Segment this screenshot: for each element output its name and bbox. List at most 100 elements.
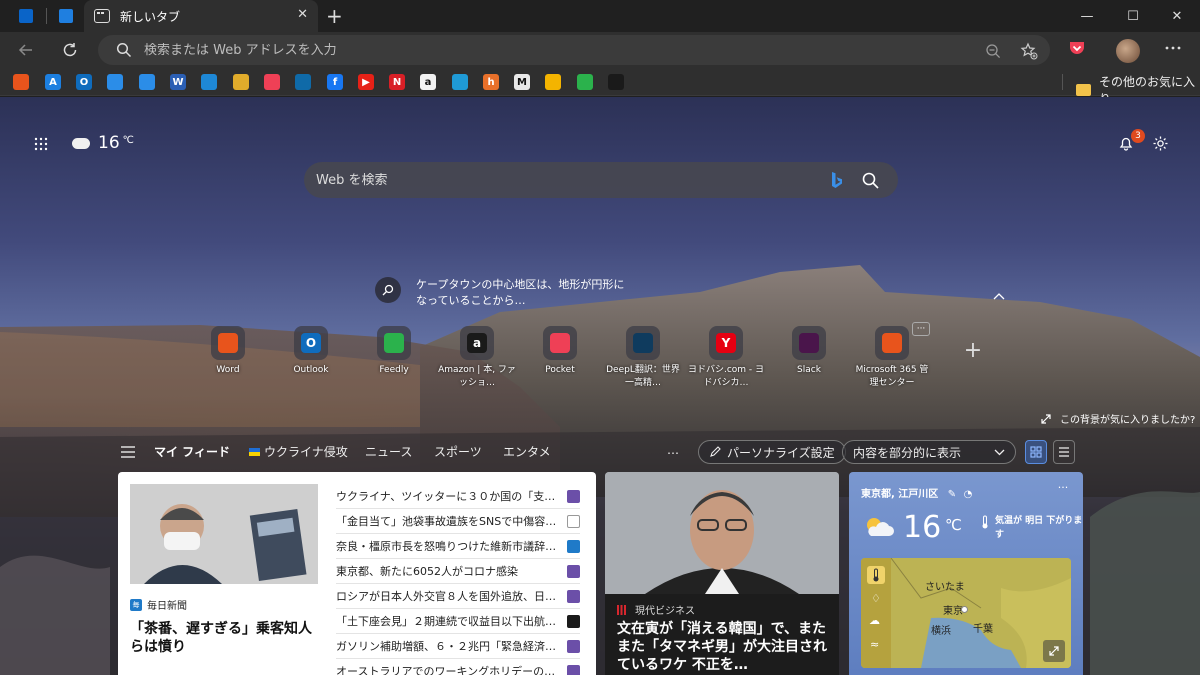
tab-ukraine[interactable]: ウクライナ侵攻 [249, 443, 348, 460]
weather-more-icon[interactable]: ··· [1055, 480, 1071, 494]
quick-link-tile[interactable]: Y ヨドバシ.com - ヨドバシカ… [686, 326, 766, 390]
content-visibility-select[interactable]: 内容を部分的に表示 [842, 440, 1016, 464]
news-list-title: 東京都、新たに6052人がコロナ感染 [336, 565, 518, 578]
news-headline[interactable]: 「茶番、遅すぎる」乗客知人らは憤り [130, 620, 320, 656]
favorite-facebook-icon[interactable]: f [327, 74, 343, 90]
quick-link-tile[interactable]: a Amazon | 本, ファッショ… [437, 326, 517, 390]
news-list-item[interactable]: オーストラリアでのワーキングホリデーの… [336, 659, 580, 675]
tab-news[interactable]: ニュース [365, 443, 412, 460]
favorite-word-icon[interactable]: W [170, 74, 186, 90]
more-options-icon[interactable] [1164, 39, 1182, 57]
favorite-youtube-icon[interactable]: ▶ [358, 74, 374, 90]
weather-widget[interactable]: 16 ℃ [69, 132, 134, 153]
weather-card[interactable]: 東京都, 江戸川区 ✎ ◔ ··· 16 ℃ 気温が 明日 下がります ♢ ☁ [849, 472, 1083, 675]
maximize-button[interactable]: ☐ [1110, 0, 1156, 32]
close-tab-icon[interactable]: ✕ [297, 7, 308, 22]
tab-sports[interactable]: スポーツ [434, 443, 482, 460]
news-list-title: ガソリン補助増額、６・２兆円「緊急経済… [336, 640, 556, 653]
hamburger-menu-icon[interactable] [120, 445, 136, 459]
favorite-google-drive-icon[interactable] [545, 74, 561, 90]
favorite-slack-icon[interactable] [233, 74, 249, 90]
add-favorite-icon[interactable] [1020, 42, 1038, 60]
web-search-input[interactable] [316, 172, 816, 188]
tile-more-options-icon[interactable]: ··· [912, 322, 930, 336]
search-submit-icon[interactable] [860, 170, 880, 190]
collapse-chevron-icon[interactable] [990, 289, 1008, 303]
precipitation-layer-icon[interactable]: ♢ [871, 592, 881, 605]
quick-link-tile[interactable]: O Outlook [271, 326, 351, 377]
page-settings-button[interactable] [1150, 133, 1170, 153]
new-tab-button[interactable]: + [326, 4, 343, 28]
list-view-button[interactable] [1053, 440, 1075, 464]
address-input[interactable] [144, 42, 904, 58]
news-list-item[interactable]: 奈良・橿原市長を怒鳴りつけた維新市議辞… [336, 534, 580, 559]
favorite-onedrive-2-icon[interactable] [139, 74, 155, 90]
news-card-gendai[interactable]: 現代ビジネス 文在寅が「消える韓国」で、またまた「タマネギ男」が大注目されている… [605, 472, 839, 675]
wind-layer-icon[interactable]: ≈ [870, 638, 879, 651]
app-launcher-icon[interactable] [32, 135, 50, 153]
quick-link-tile[interactable]: Feedly [354, 326, 434, 377]
favorite-microphone-icon[interactable] [608, 74, 624, 90]
news-card-main[interactable]: 毎 毎日新聞 「茶番、遅すぎる」乗客知人らは憤り ウクライナ、ツイッターに３０か… [118, 472, 596, 675]
tab-my-feed[interactable]: マイ フィード [154, 443, 230, 460]
favorite-remote-desktop-icon[interactable] [201, 74, 217, 90]
news-list-item[interactable]: ウクライナ、ツイッターに３０か国の「支… [336, 484, 580, 509]
personalize-button[interactable]: パーソナライズ設定 [698, 440, 846, 464]
quick-link-tile[interactable]: Word [188, 326, 268, 377]
outlook-app-icon[interactable] [16, 6, 36, 26]
gendai-icon [617, 604, 626, 615]
quick-link-logo [550, 333, 570, 353]
workspaces-icon[interactable] [56, 6, 76, 26]
news-list-item[interactable]: ロシアが日本人外交官８人を国外追放、日… [336, 584, 580, 609]
locate-icon[interactable]: ◔ [964, 489, 973, 500]
pocket-extension-icon[interactable] [1068, 39, 1086, 57]
temperature-layer-icon[interactable] [867, 566, 885, 584]
quick-link-icon [211, 326, 245, 360]
quick-link-tile[interactable]: Pocket [520, 326, 600, 377]
zoom-out-icon[interactable] [984, 42, 1002, 60]
favorite-outlook-icon[interactable]: O [76, 74, 92, 90]
add-quick-link-button[interactable]: + [962, 338, 984, 363]
news-list-item[interactable]: ガソリン補助増額、６・２兆円「緊急経済… [336, 634, 580, 659]
tab-title: 新しいタブ [120, 9, 181, 24]
favorite-feedly-icon[interactable] [577, 74, 593, 90]
favorite-kindle-icon[interactable] [452, 74, 468, 90]
news-source-label: 現代ビジネス [635, 606, 695, 617]
news-list-item[interactable]: 東京都、新たに6052人がコロナ感染 [336, 559, 580, 584]
refresh-button[interactable] [58, 38, 82, 62]
image-search-icon[interactable] [375, 277, 401, 303]
news-list-item[interactable]: 「土下座会見」２期連続で収益目以下出航… [336, 609, 580, 634]
feed-more-button[interactable]: … [667, 443, 679, 457]
news-list-title: ロシアが日本人外交官８人を国外追放、日… [336, 590, 556, 603]
profile-avatar[interactable] [1116, 39, 1140, 63]
favorite-office-icon[interactable] [13, 74, 29, 90]
favorite-hatena-icon[interactable]: h [483, 74, 499, 90]
expand-map-button[interactable] [1043, 640, 1065, 662]
weather-map[interactable]: ♢ ☁ ≈ さいたま 東京 千葉 横浜 [861, 558, 1071, 668]
close-window-button[interactable]: ✕ [1154, 0, 1200, 32]
news-headline[interactable]: 文在寅が「消える韓国」で、またまた「タマネギ男」が大注目されているワケ 不正を… [617, 620, 829, 674]
favorite-deepl-icon[interactable] [295, 74, 311, 90]
back-button[interactable] [14, 38, 38, 62]
bing-icon[interactable] [828, 170, 846, 190]
favorite-gmail-icon[interactable]: M [514, 74, 530, 90]
tab-new-tab[interactable]: 新しいタブ ✕ [84, 0, 318, 32]
grid-view-button[interactable] [1025, 440, 1047, 464]
favorite-netflix-icon[interactable]: N [389, 74, 405, 90]
image-info[interactable]: ケープタウンの中心地区は、地形が円形になっていることから… [375, 277, 626, 309]
tab-entertainment[interactable]: エンタメ [503, 443, 551, 460]
favorite-pocket-icon[interactable] [264, 74, 280, 90]
favorite-onedrive-1-icon[interactable] [107, 74, 123, 90]
cloud-layer-icon[interactable]: ☁ [869, 614, 880, 627]
favorite-amazon-icon[interactable]: a [420, 74, 436, 90]
news-list-item[interactable]: 「金目当て」池袋事故遺族をSNSで中傷容… [336, 509, 580, 534]
quick-link-icon [792, 326, 826, 360]
background-feedback[interactable]: この背景が気に入りましたか? [1040, 411, 1195, 426]
minimize-button[interactable]: — [1064, 0, 1110, 32]
quick-link-tile[interactable]: Slack [769, 326, 849, 377]
quick-link-tile[interactable]: DeepL翻訳：世界一高精… [603, 326, 683, 390]
edit-location-icon[interactable]: ✎ [948, 489, 956, 500]
web-search-box[interactable] [304, 162, 898, 198]
favorite-azure-icon[interactable]: A [45, 74, 61, 90]
address-bar[interactable] [98, 35, 1050, 65]
